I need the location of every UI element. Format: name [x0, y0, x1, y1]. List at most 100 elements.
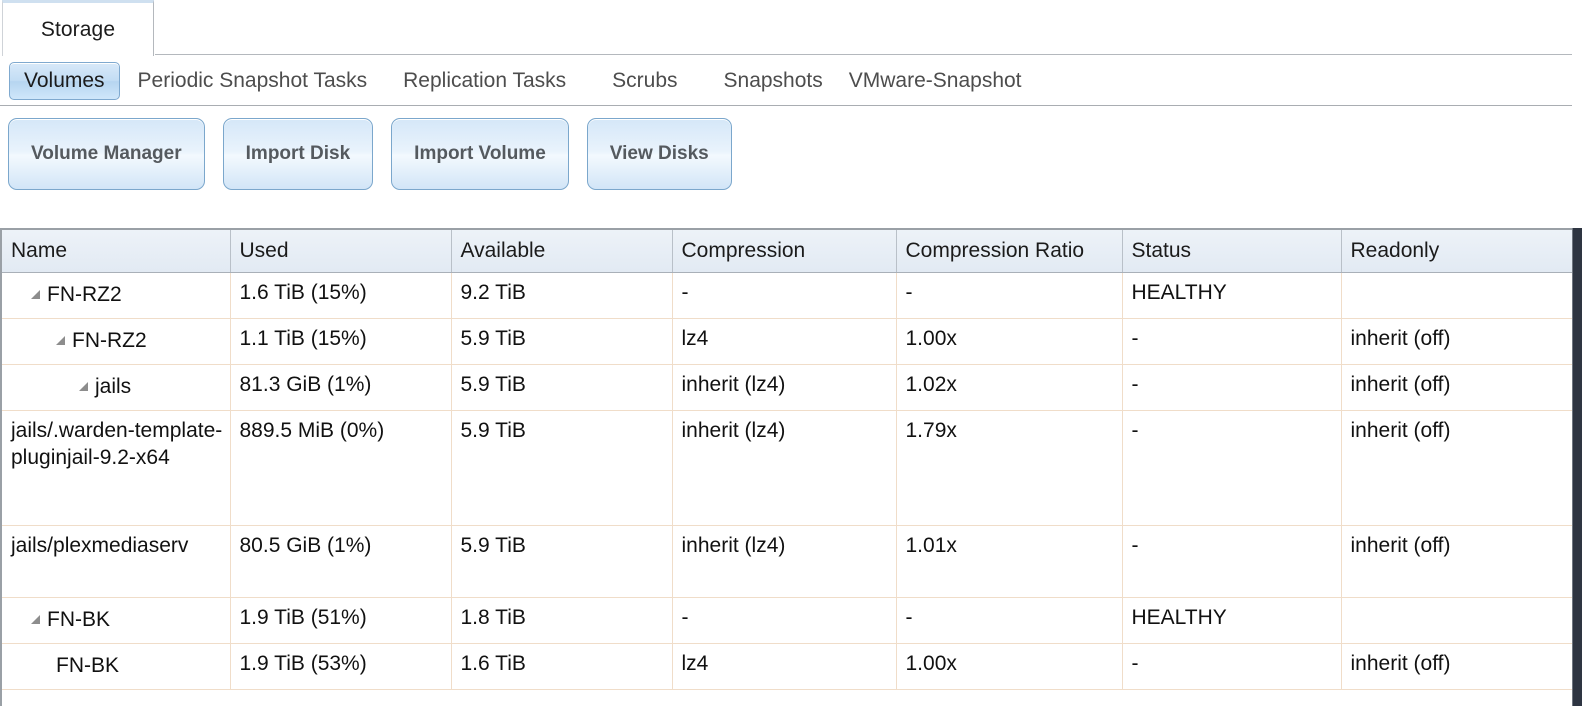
cell-used: 81.3 GiB (1%): [230, 364, 452, 411]
cell-used: 1.9 TiB (53%): [230, 643, 452, 690]
table-row[interactable]: jails/.warden-template-pluginjail-9.2-x6…: [2, 410, 1575, 526]
cell-name[interactable]: FN-RZ2: [2, 272, 231, 319]
cell-name[interactable]: FN-BK: [2, 643, 231, 690]
window-tab-strip: Storage: [0, 0, 1582, 56]
table-row[interactable]: FN-BK 1.9 TiB (51%) 1.8 TiB - - HEALTHY: [2, 597, 1575, 644]
window-tab-label: Storage: [40, 17, 116, 41]
toolbar: Volume Manager Import Disk Import Volume…: [0, 107, 1582, 220]
cell-name[interactable]: FN-BK: [2, 597, 231, 644]
row-name-label: FN-BK: [56, 654, 119, 678]
cell-status: -: [1122, 525, 1342, 598]
column-header-status[interactable]: Status: [1122, 230, 1342, 273]
cell-compression: -: [672, 272, 897, 319]
table-row[interactable]: FN-RZ2 1.6 TiB (15%) 9.2 TiB - - HEALTHY: [2, 272, 1575, 319]
cell-available: 5.9 TiB: [451, 318, 673, 365]
row-name-label: FN-BK: [47, 608, 110, 632]
column-header-name[interactable]: Name: [2, 230, 231, 273]
cell-available: 5.9 TiB: [451, 525, 673, 598]
table-row[interactable]: jails/plexmediaserv 80.5 GiB (1%) 5.9 Ti…: [2, 525, 1575, 598]
cell-status: -: [1122, 643, 1342, 690]
column-header-readonly[interactable]: Readonly: [1341, 230, 1575, 273]
cell-status: -: [1122, 364, 1342, 411]
name-indent: jails: [11, 375, 131, 398]
expander-triangle-icon[interactable]: [31, 290, 40, 300]
import-volume-button[interactable]: Import Volume: [391, 118, 569, 190]
row-name-label: jails: [95, 375, 132, 399]
cell-available: 1.6 TiB: [451, 643, 673, 690]
grid-header-row: Name Used Available Compression Compress…: [2, 230, 1575, 273]
cell-name[interactable]: FN-RZ2: [2, 318, 231, 365]
cell-readonly: inherit (off): [1341, 525, 1575, 598]
cell-name[interactable]: jails/plexmediaserv: [2, 525, 231, 598]
cell-compression-ratio: -: [896, 272, 1123, 319]
cell-compression-ratio: 1.79x: [896, 410, 1123, 526]
cell-compression: inherit (lz4): [672, 525, 897, 598]
cell-status: HEALTHY: [1122, 272, 1342, 319]
tab-scrubs[interactable]: Scrubs: [602, 62, 687, 100]
volumes-grid-container[interactable]: Name Used Available Compression Compress…: [0, 228, 1582, 706]
cell-used: 1.9 TiB (51%): [230, 597, 452, 644]
volume-manager-button[interactable]: Volume Manager: [8, 118, 205, 190]
cell-used: 80.5 GiB (1%): [230, 525, 452, 598]
expander-triangle-icon[interactable]: [79, 382, 88, 392]
cell-name[interactable]: jails/.warden-template-pluginjail-9.2-x6…: [2, 410, 231, 526]
cell-compression-ratio: 1.01x: [896, 525, 1123, 598]
cell-readonly: inherit (off): [1341, 318, 1575, 365]
expander-triangle-icon[interactable]: [31, 615, 40, 625]
cell-compression: inherit (lz4): [672, 364, 897, 411]
window-right-edge-top-mask: [1572, 0, 1582, 228]
cell-used: 1.1 TiB (15%): [230, 318, 452, 365]
column-header-available[interactable]: Available: [451, 230, 673, 273]
column-header-used[interactable]: Used: [230, 230, 452, 273]
row-name-label: FN-RZ2: [72, 329, 147, 353]
row-name-label: jails/plexmediaserv: [11, 533, 189, 557]
row-name-label: jails/.warden-template-pluginjail-9.2-x6…: [11, 418, 223, 470]
cell-compression-ratio: 1.00x: [896, 318, 1123, 365]
table-row[interactable]: jails 81.3 GiB (1%) 5.9 TiB inherit (lz4…: [2, 364, 1575, 411]
tab-snapshots[interactable]: Snapshots: [714, 62, 833, 100]
cell-name[interactable]: jails: [2, 364, 231, 411]
cell-readonly: [1341, 597, 1575, 644]
cell-used: 889.5 MiB (0%): [230, 410, 452, 526]
table-row[interactable]: FN-RZ2 1.1 TiB (15%) 5.9 TiB lz4 1.00x -…: [2, 318, 1575, 365]
section-tab-bar: Volumes Periodic Snapshot Tasks Replicat…: [0, 56, 1582, 106]
cell-status: -: [1122, 318, 1342, 365]
cell-available: 5.9 TiB: [451, 364, 673, 411]
cell-status: HEALTHY: [1122, 597, 1342, 644]
name-indent: FN-BK: [11, 654, 119, 677]
row-name-label: FN-RZ2: [47, 283, 122, 307]
tab-vmware-snapshot[interactable]: VMware-Snapshot: [839, 62, 1032, 100]
storage-page: Storage Volumes Periodic Snapshot Tasks …: [0, 0, 1582, 706]
window-tab-storage[interactable]: Storage: [2, 0, 154, 56]
column-header-compression-ratio[interactable]: Compression Ratio: [896, 230, 1123, 273]
cell-compression-ratio: -: [896, 597, 1123, 644]
view-disks-button[interactable]: View Disks: [586, 118, 732, 190]
expander-triangle-icon[interactable]: [56, 336, 65, 346]
grid-body: FN-RZ2 1.6 TiB (15%) 9.2 TiB - - HEALTHY…: [2, 272, 1575, 690]
cell-readonly: [1341, 272, 1575, 319]
cell-compression-ratio: 1.00x: [896, 643, 1123, 690]
name-indent: FN-RZ2: [11, 329, 147, 352]
name-indent: FN-RZ2: [11, 283, 122, 306]
cell-available: 9.2 TiB: [451, 272, 673, 319]
cell-compression: inherit (lz4): [672, 410, 897, 526]
cell-compression: lz4: [672, 318, 897, 365]
tab-periodic-snapshot-tasks[interactable]: Periodic Snapshot Tasks: [128, 62, 378, 100]
volumes-grid: Name Used Available Compression Compress…: [2, 230, 1575, 690]
window-tab-strip-empty: [155, 0, 1582, 55]
cell-readonly: inherit (off): [1341, 364, 1575, 411]
tab-volumes[interactable]: Volumes: [9, 61, 120, 100]
cell-compression-ratio: 1.02x: [896, 364, 1123, 411]
column-header-compression[interactable]: Compression: [672, 230, 897, 273]
import-disk-button[interactable]: Import Disk: [222, 118, 374, 190]
table-row[interactable]: FN-BK 1.9 TiB (53%) 1.6 TiB lz4 1.00x - …: [2, 643, 1575, 690]
grid-header: Name Used Available Compression Compress…: [2, 230, 1575, 273]
cell-available: 5.9 TiB: [451, 410, 673, 526]
cell-available: 1.8 TiB: [451, 597, 673, 644]
name-indent: FN-BK: [11, 608, 110, 631]
cell-readonly: inherit (off): [1341, 410, 1575, 526]
cell-used: 1.6 TiB (15%): [230, 272, 452, 319]
cell-compression: lz4: [672, 643, 897, 690]
tab-replication-tasks[interactable]: Replication Tasks: [393, 62, 576, 100]
cell-status: -: [1122, 410, 1342, 526]
